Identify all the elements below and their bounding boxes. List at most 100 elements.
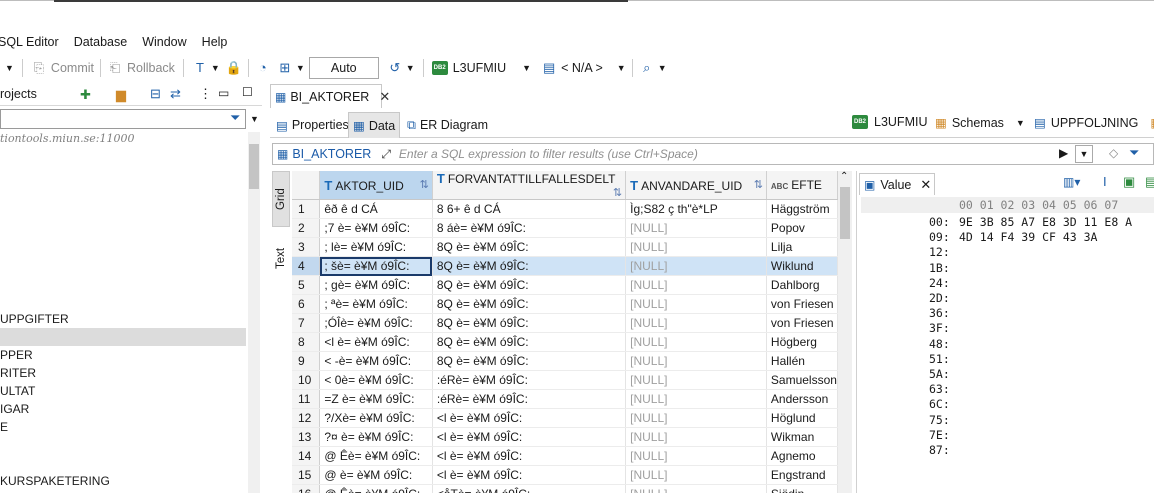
- table-cell[interactable]: Hallén: [766, 351, 838, 371]
- connection-selector[interactable]: DB2 L3UFMIU ▼: [431, 57, 531, 79]
- tab-text[interactable]: Text: [272, 235, 290, 281]
- projects-scrollbar[interactable]: [248, 132, 260, 493]
- table-cell[interactable]: <l è= è¥M ó9ÎC:: [432, 408, 627, 428]
- table-cell[interactable]: Engstrand: [766, 465, 838, 485]
- table-row[interactable]: 11 =Z è= è¥M ó9ÎC::éRè= è¥M ó9ÎC: [NULL] An…: [292, 389, 838, 409]
- table-row[interactable]: 1 êð ê d CÁ 8 6+ ê d CÁ Ìg;S82 ç th"è*LP Häg…: [292, 199, 838, 219]
- table-cell[interactable]: [NULL]: [625, 256, 767, 276]
- row-number[interactable]: 16: [292, 484, 321, 493]
- scrollbar-thumb[interactable]: [249, 144, 259, 189]
- table-cell[interactable]: 8Q è= è¥M ó9ÎC:: [432, 332, 627, 352]
- minimize-icon[interactable]: ▭: [218, 86, 229, 100]
- selected-tree-item[interactable]: [0, 328, 246, 346]
- table-cell[interactable]: Sjödin: [766, 484, 838, 493]
- table-cell[interactable]: Andersson: [766, 389, 838, 409]
- table-cell[interactable]: [NULL]: [625, 408, 767, 428]
- table-cell[interactable]: Samuelsson: [766, 370, 838, 390]
- hex-bytes[interactable]: 9E 3B 85 A7 E8 3D 11 E8 A: [959, 215, 1132, 229]
- editor-tab-bi-aktorer[interactable]: ▦ BI_AKTORER ✕: [270, 84, 390, 108]
- table-cell[interactable]: Agnemo: [766, 446, 838, 466]
- commit-button[interactable]: ⎘ Commit: [31, 57, 94, 79]
- sort-icon[interactable]: ⇅: [754, 178, 763, 191]
- schema-selector[interactable]: ▤ < N/A > ▼: [541, 57, 626, 79]
- table-row[interactable]: 16@ Êè= è¥M ó9ÎC:<åTè= è¥M ó9ÎC:[NULL]Sj…: [292, 484, 838, 493]
- filter-icon[interactable]: ⏷: [1129, 145, 1139, 161]
- column-header-efternamn[interactable]: ABC EFTE: [766, 171, 838, 200]
- table-cell[interactable]: [NULL]: [625, 446, 767, 466]
- table-cell[interactable]: [NULL]: [625, 218, 767, 238]
- table-cell[interactable]: <l è= è¥M ó9ÎC:: [432, 465, 627, 485]
- link-icon[interactable]: ⇄: [170, 86, 181, 102]
- table-cell[interactable]: ;ÓÎè= è¥M ó9ÎC:: [319, 313, 433, 333]
- row-number[interactable]: 13: [292, 427, 321, 447]
- table-cell[interactable]: Dahlborg: [766, 275, 838, 295]
- scroll-up-icon[interactable]: ⌃: [840, 171, 848, 182]
- table-row[interactable]: 7 ;ÓÎè= è¥M ó9ÎC: 8Q è= è¥M ó9ÎC: [NULL] von…: [292, 313, 838, 333]
- table-row[interactable]: 12 ?/Xè= è¥M ó9ÎC: <l è= è¥M ó9ÎC: [NULL] Hö…: [292, 408, 838, 428]
- table-cell[interactable]: @ Êè= è¥M ó9ÎC:: [319, 484, 433, 493]
- row-number[interactable]: 9: [292, 351, 321, 371]
- row-number[interactable]: 15: [292, 465, 321, 485]
- table-cell[interactable]: ; šè= è¥M ó9ÎC:: [319, 256, 433, 276]
- table-cell[interactable]: Högberg: [766, 332, 838, 352]
- hex-bytes[interactable]: 4D 14 F4 39 CF 43 3A: [959, 230, 1097, 244]
- expand-icon[interactable]: ⤢: [381, 147, 391, 162]
- tab-data[interactable]: ▦ Data: [348, 112, 401, 138]
- sort-icon[interactable]: ⇅: [613, 186, 622, 199]
- tree-item[interactable]: KURSPAKETERING: [0, 474, 110, 488]
- table-cell[interactable]: Höglund: [766, 408, 838, 428]
- table-cell[interactable]: ?¤ è= è¥M ó9ÎC:: [319, 427, 433, 447]
- row-number[interactable]: 11: [292, 389, 321, 409]
- table-cell[interactable]: ; ªè= è¥M ó9ÎC:: [319, 294, 433, 314]
- table-cell[interactable]: [NULL]: [625, 389, 767, 409]
- column-header-forvantat[interactable]: T FORVANTATTILLFALLESDELT ⇅: [432, 171, 627, 200]
- table-cell[interactable]: :éRè= è¥M ó9ÎC:: [432, 389, 627, 409]
- scrollbar-thumb[interactable]: [840, 187, 850, 239]
- table-row[interactable]: 3; lè= è¥M ó9ÎC: 8Q è= è¥M ó9ÎC: [NULL] Lil…: [292, 237, 838, 257]
- grid-scrollbar[interactable]: ⌃: [838, 171, 852, 493]
- table-cell[interactable]: < -è= è¥M ó9ÎC:: [319, 351, 433, 371]
- filter-icon[interactable]: ⏷: [230, 110, 240, 126]
- row-number[interactable]: 6: [292, 294, 321, 314]
- more-icon[interactable]: ⋮: [199, 86, 212, 102]
- table-cell[interactable]: =Z è= è¥M ó9ÎC:: [319, 389, 433, 409]
- table-cell[interactable]: ;7 è= è¥M ó9ÎC:: [319, 218, 433, 238]
- content-viewer-icon[interactable]: ▥▾: [1063, 175, 1080, 189]
- close-icon[interactable]: ✕: [379, 89, 390, 105]
- table-row[interactable]: 10 < 0è= è¥M ó9ÎC::éRè= è¥M ó9ÎC: [NULL] Sa…: [292, 370, 838, 390]
- filter-history-dropdown[interactable]: ▼: [1075, 145, 1093, 163]
- table-cell[interactable]: ; lè= è¥M ó9ÎC:: [319, 237, 433, 257]
- table-cell[interactable]: <l è= è¥M ó9ÎC:: [319, 332, 433, 352]
- table-cell[interactable]: Ìg;S82 ç th"è*LP: [625, 199, 767, 219]
- row-number[interactable]: 10: [292, 370, 321, 390]
- history-button[interactable]: ↺ ▼: [387, 57, 414, 79]
- toolbar-dropdown[interactable]: ▼: [2, 57, 14, 79]
- sort-icon[interactable]: ⇅: [420, 178, 429, 191]
- table-cell[interactable]: 8Q è= è¥M ó9ÎC:: [432, 294, 627, 314]
- apply-filter-icon[interactable]: ▶: [1059, 146, 1068, 160]
- table-cell[interactable]: @ Êè= è¥M ó9ÎC:: [319, 446, 433, 466]
- tab-grid[interactable]: Grid: [272, 171, 290, 227]
- value-tab[interactable]: ▣ Value ✕: [859, 173, 935, 195]
- row-number[interactable]: 5: [292, 275, 321, 295]
- filter-dropdown-icon[interactable]: ▼: [250, 114, 259, 124]
- table-cell[interactable]: êð ê d CÁ: [319, 199, 433, 219]
- rollback-button[interactable]: ⎗ Rollback: [107, 57, 175, 79]
- row-number[interactable]: 14: [292, 446, 321, 466]
- table-cell[interactable]: [NULL]: [625, 332, 767, 352]
- row-number[interactable]: 8: [292, 332, 321, 352]
- table-row[interactable]: 8 <l è= è¥M ó9ÎC: 8Q è= è¥M ó9ÎC: [NULL] Hög…: [292, 332, 838, 352]
- row-number[interactable]: 12: [292, 408, 321, 428]
- lock-button[interactable]: 🔒: [226, 57, 242, 79]
- menu-help[interactable]: Help: [202, 32, 228, 52]
- dashboard-button[interactable]: ◔: [255, 57, 271, 79]
- table-cell[interactable]: [NULL]: [625, 275, 767, 295]
- table-cell[interactable]: <åTè= è¥M ó9ÎC:: [432, 484, 627, 493]
- maximize-icon[interactable]: ☐: [242, 85, 253, 99]
- table-cell[interactable]: :éRè= è¥M ó9ÎC:: [432, 370, 627, 390]
- table-row[interactable]: 2 ;7 è= è¥M ó9ÎC: 8 áè= è¥M ó9ÎC: [NULL] Pop…: [292, 218, 838, 238]
- table-cell[interactable]: 8Q è= è¥M ó9ÎC:: [432, 351, 627, 371]
- table-cell[interactable]: <l è= è¥M ó9ÎC:: [432, 446, 627, 466]
- table-cell[interactable]: 8Q è= è¥M ó9ÎC:: [432, 275, 627, 295]
- schema-value-button[interactable]: ▤ UPPFOLJNING ▦: [1034, 115, 1154, 131]
